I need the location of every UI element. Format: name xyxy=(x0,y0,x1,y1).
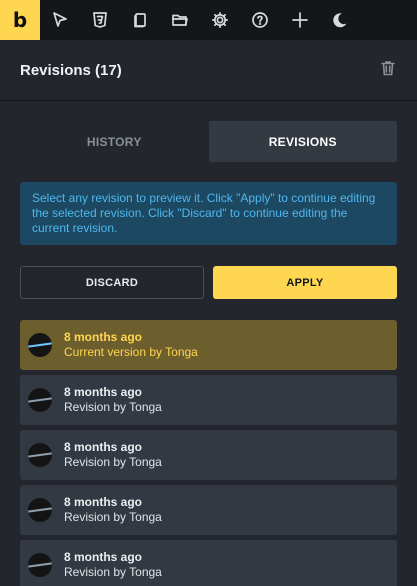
avatar xyxy=(28,553,52,577)
settings-tool[interactable] xyxy=(200,0,240,40)
avatar xyxy=(28,333,52,357)
help-icon xyxy=(252,12,268,28)
tab-history[interactable]: HISTORY xyxy=(20,121,209,162)
cursor-tool[interactable] xyxy=(40,0,80,40)
plus-icon xyxy=(292,12,308,28)
panel-header: Revisions (17) xyxy=(0,40,417,101)
delete-revisions-button[interactable] xyxy=(379,59,397,82)
add-tool[interactable] xyxy=(280,0,320,40)
revision-item[interactable]: 8 months ago Revision by Tonga xyxy=(20,485,397,535)
revision-time: 8 months ago xyxy=(64,495,143,509)
revision-item[interactable]: 8 months ago Revision by Tonga xyxy=(20,540,397,586)
revision-description: Current version by Tonga xyxy=(64,345,198,359)
revision-time: 8 months ago xyxy=(64,550,143,564)
pages-tool[interactable] xyxy=(120,0,160,40)
cursor-icon xyxy=(53,12,67,27)
folder-tool[interactable] xyxy=(160,0,200,40)
revision-tabs: HISTORY REVISIONS xyxy=(20,121,397,162)
revision-item[interactable]: 8 months ago Revision by Tonga xyxy=(20,375,397,425)
trash-icon xyxy=(381,60,395,75)
revision-time: 8 months ago xyxy=(64,385,143,399)
revision-item[interactable]: 8 months ago Revision by Tonga xyxy=(20,430,397,480)
revision-time: 8 months ago xyxy=(64,330,143,344)
css-tool[interactable] xyxy=(80,0,120,40)
help-tool[interactable] xyxy=(240,0,280,40)
moon-icon xyxy=(333,13,347,28)
revision-list: 8 months ago Current version by Tonga 8 … xyxy=(20,320,397,586)
gear-icon xyxy=(211,11,229,29)
revision-description: Revision by Tonga xyxy=(64,400,162,414)
revision-item-current[interactable]: 8 months ago Current version by Tonga xyxy=(20,320,397,370)
pages-icon xyxy=(134,13,146,28)
theme-toggle[interactable] xyxy=(320,0,360,40)
avatar xyxy=(28,498,52,522)
revision-description: Revision by Tonga xyxy=(64,455,162,469)
revision-time: 8 months ago xyxy=(64,440,143,454)
avatar xyxy=(28,388,52,412)
revision-description: Revision by Tonga xyxy=(64,510,162,524)
top-toolbar: b xyxy=(0,0,417,40)
logo-letter: b xyxy=(12,8,28,32)
css3-icon xyxy=(93,12,107,28)
tab-revisions[interactable]: REVISIONS xyxy=(208,121,397,162)
folder-icon xyxy=(172,14,188,26)
revision-description: Revision by Tonga xyxy=(64,565,162,579)
discard-button[interactable]: DISCARD xyxy=(20,266,204,299)
builder-logo[interactable]: b xyxy=(0,0,40,40)
avatar xyxy=(28,443,52,467)
info-message: Select any revision to preview it. Click… xyxy=(20,182,397,245)
apply-button[interactable]: APPLY xyxy=(213,266,397,299)
panel-title: Revisions (17) xyxy=(20,61,122,79)
